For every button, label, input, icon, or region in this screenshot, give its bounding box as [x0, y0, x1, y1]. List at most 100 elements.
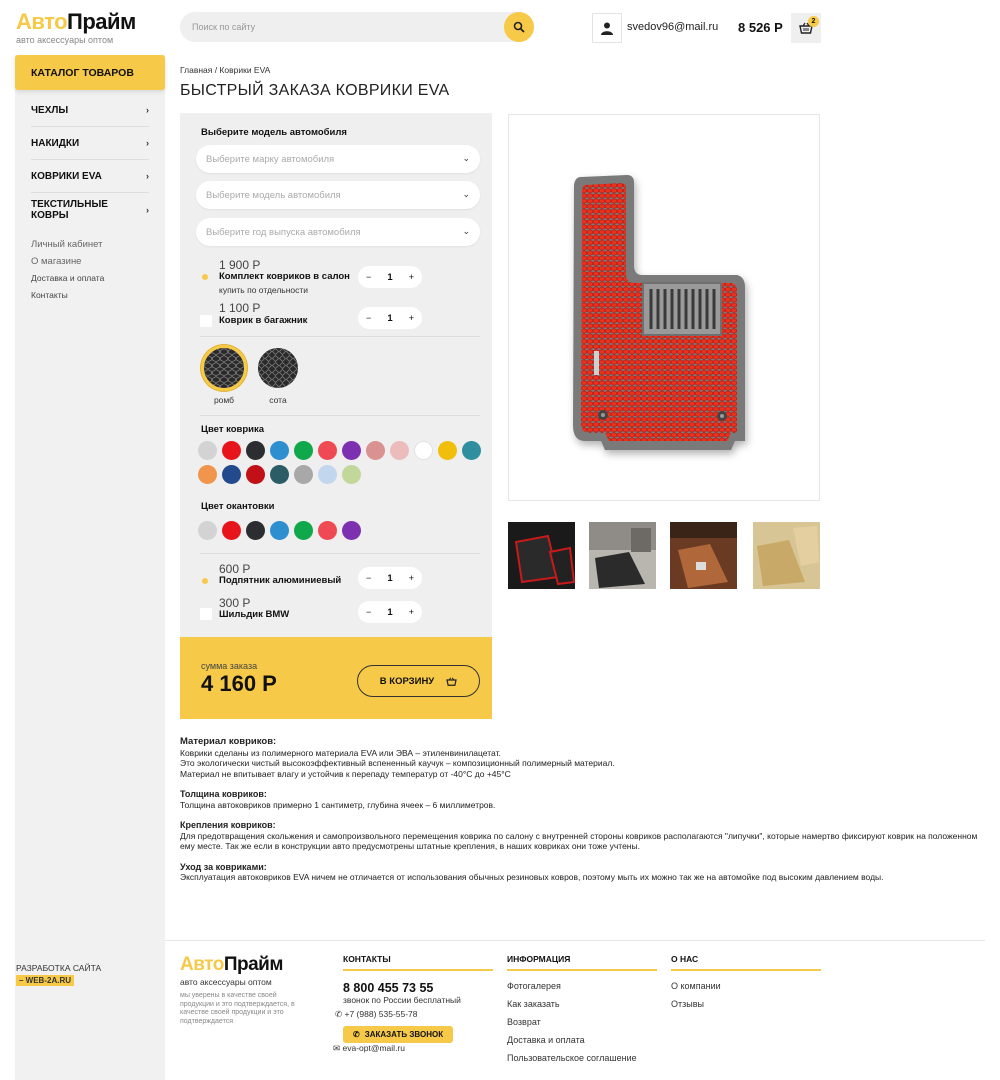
desc-line: Эксплуатация автоковриков EVA ничем не о… — [180, 872, 884, 882]
mat-color-swatch[interactable] — [318, 465, 337, 484]
footer-link-gallery[interactable]: Фотогалерея — [507, 977, 657, 995]
mat-color-swatch[interactable] — [270, 441, 289, 460]
footer-heading: ИНФОРМАЦИЯ — [507, 954, 657, 971]
option-selected-indicator[interactable] — [202, 274, 208, 280]
quantity-stepper[interactable]: − 1 + — [358, 307, 422, 329]
increment-button[interactable]: + — [409, 272, 414, 282]
order-call-button[interactable]: ✆ ЗАКАЗАТЬ ЗВОНОК — [343, 1026, 454, 1043]
edge-color-swatch[interactable] — [246, 521, 265, 540]
footer-phone2-row[interactable]: ✆ +7 (988) 535-55-78 — [335, 1009, 493, 1020]
mat-color-swatch[interactable] — [246, 441, 265, 460]
quantity-stepper[interactable]: − 1 + — [358, 567, 422, 589]
developer-badge: – WEB-2A.RU — [16, 975, 75, 986]
decrement-button[interactable]: − — [366, 272, 371, 282]
increment-button[interactable]: + — [409, 607, 414, 617]
brand-select[interactable]: Выберите марку автомобиля ⌄ — [196, 145, 480, 173]
model-select[interactable]: Выберите модель автомобиля ⌄ — [196, 181, 480, 209]
mat-color-swatch[interactable] — [438, 441, 457, 460]
product-thumbnail-4[interactable] — [753, 522, 820, 589]
edge-color-swatch[interactable] — [198, 521, 217, 540]
link-account[interactable]: Личный кабинет — [31, 236, 149, 253]
footer-link-reviews[interactable]: Отзывы — [671, 995, 821, 1013]
footer-link-company[interactable]: О компании — [671, 977, 821, 995]
logo-text: АвтоПрайм — [180, 954, 283, 975]
footer-link-agreement[interactable]: Пользовательское соглашение — [507, 1049, 657, 1067]
edge-color-swatch[interactable] — [318, 521, 337, 540]
user-email[interactable]: svedov96@mail.ru — [627, 21, 718, 33]
option-checkbox[interactable] — [200, 608, 212, 620]
car-mat-image — [573, 175, 745, 450]
footer-logo[interactable]: АвтоПрайм авто аксессуары оптом — [180, 953, 283, 987]
footer-phone[interactable]: 8 800 455 73 55 — [343, 981, 493, 995]
sidebar-item-chehly[interactable]: ЧЕХЛЫ › — [31, 94, 149, 127]
chevron-right-icon: › — [146, 105, 149, 115]
footer-email-row[interactable]: ✉ eva-opt@mail.ru — [333, 1043, 405, 1054]
cart-button[interactable]: 2 — [791, 13, 821, 43]
edge-color-swatches — [198, 521, 488, 540]
mat-color-swatch[interactable] — [414, 441, 433, 460]
footer-link-how-to-order[interactable]: Как заказать — [507, 995, 657, 1013]
link-contacts[interactable]: Контакты — [31, 287, 149, 304]
mat-color-swatch[interactable] — [198, 465, 217, 484]
pattern-romb[interactable]: ромб — [201, 345, 247, 405]
option-note[interactable]: купить по отдельности — [219, 285, 308, 295]
quantity-stepper[interactable]: − 1 + — [358, 266, 422, 288]
footer-divider — [165, 940, 985, 941]
logo-text: АвтоПрайм — [16, 9, 136, 34]
option-checkbox[interactable] — [200, 315, 212, 327]
mat-color-swatch[interactable] — [294, 441, 313, 460]
catalog-button[interactable]: КАТАЛОГ ТОВАРОВ — [15, 55, 165, 90]
developer-credit[interactable]: РАЗРАБОТКА САЙТА – WEB-2A.RU — [16, 963, 101, 986]
edge-color-swatch[interactable] — [294, 521, 313, 540]
product-main-image[interactable] — [508, 114, 820, 501]
phone-icon: ✆ — [353, 1030, 360, 1039]
mat-color-swatch[interactable] — [294, 465, 313, 484]
edge-color-swatch[interactable] — [270, 521, 289, 540]
mat-color-swatch[interactable] — [198, 441, 217, 460]
category-list: ЧЕХЛЫ › НАКИДКИ › КОВРИКИ EVA › ТЕКСТИЛЬНЫЕ… — [15, 94, 165, 226]
mat-color-swatch[interactable] — [366, 441, 385, 460]
mat-color-swatch[interactable] — [246, 465, 265, 484]
mat-color-swatch[interactable] — [318, 441, 337, 460]
search-input[interactable] — [192, 12, 492, 42]
product-thumbnail-1[interactable] — [508, 522, 576, 589]
site-logo[interactable]: АвтоПрайм авто аксессуары оптом — [16, 9, 136, 46]
desc-line: Для предотвращения скольжения и самопрои… — [180, 830, 978, 852]
link-about[interactable]: О магазине — [31, 253, 149, 270]
user-account-button[interactable] — [592, 13, 622, 43]
thumbnail-photo — [508, 522, 576, 589]
footer-about: О НАС О компании Отзывы — [671, 954, 821, 1013]
decrement-button[interactable]: − — [366, 573, 371, 583]
increment-button[interactable]: + — [409, 573, 414, 583]
mat-color-swatch[interactable] — [390, 441, 409, 460]
desc-heading: Уход за ковриками: — [180, 861, 267, 872]
year-select[interactable]: Выберите год выпуска автомобиля ⌄ — [196, 218, 480, 246]
edge-color-swatch[interactable] — [222, 521, 241, 540]
sidebar-item-nakidki[interactable]: НАКИДКИ › — [31, 127, 149, 160]
decrement-button[interactable]: − — [366, 313, 371, 323]
mat-color-swatch[interactable] — [222, 465, 241, 484]
add-to-cart-button[interactable]: В КОРЗИНУ — [357, 665, 480, 697]
link-delivery[interactable]: Доставка и оплата — [31, 270, 149, 287]
sidebar-item-kovriki-eva[interactable]: КОВРИКИ EVA › — [31, 160, 149, 193]
quantity-stepper[interactable]: − 1 + — [358, 601, 422, 623]
breadcrumb[interactable]: Главная / Коврики EVA — [180, 65, 270, 75]
mat-color-swatch[interactable] — [342, 465, 361, 484]
increment-button[interactable]: + — [409, 313, 414, 323]
pattern-sota[interactable]: сота — [255, 345, 301, 405]
search-button[interactable] — [504, 12, 534, 42]
edge-color-swatch[interactable] — [342, 521, 361, 540]
footer-link-delivery[interactable]: Доставка и оплата — [507, 1031, 657, 1049]
mat-color-swatch[interactable] — [462, 441, 481, 460]
product-thumbnail-2[interactable] — [589, 522, 656, 589]
mat-color-swatch[interactable] — [222, 441, 241, 460]
decrement-button[interactable]: − — [366, 607, 371, 617]
footer-link-returns[interactable]: Возврат — [507, 1013, 657, 1031]
option-selected-indicator[interactable] — [202, 578, 208, 584]
product-thumbnail-3[interactable] — [670, 522, 737, 589]
sidebar-item-label: КОВРИКИ EVA — [31, 170, 102, 182]
mat-color-swatch[interactable] — [270, 465, 289, 484]
sidebar-item-textile[interactable]: ТЕКСТИЛЬНЫЕ КОВРЫ › — [31, 193, 149, 226]
footer-note: мы уверены в качестве своей продукции и … — [180, 992, 295, 1025]
mat-color-swatch[interactable] — [342, 441, 361, 460]
